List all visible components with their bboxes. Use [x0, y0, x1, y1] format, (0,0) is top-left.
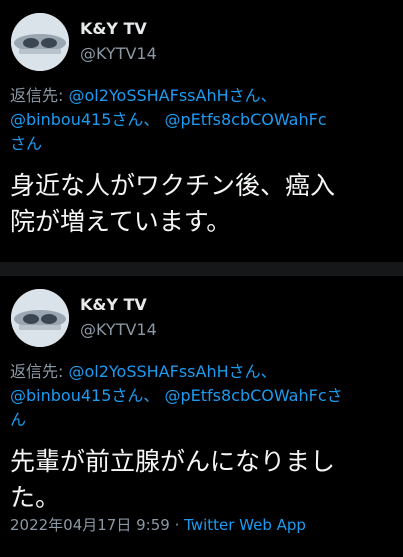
- mention-suffix[interactable]: ん: [10, 410, 26, 429]
- display-name[interactable]: K&Y TV: [80, 19, 147, 38]
- mention-link[interactable]: @ol2YoSSHAFssAhHさん、: [68, 362, 276, 381]
- avatar[interactable]: [11, 13, 69, 71]
- avatar[interactable]: [11, 289, 69, 347]
- reply-prefix: 返信先:: [10, 362, 69, 381]
- tweet-divider: [0, 262, 403, 276]
- tweet-meta: 2022年04月17日 9:59 · Twitter Web App: [10, 514, 306, 535]
- tweet-text-line: 身近な人がワクチン後、癌入: [10, 171, 336, 200]
- source-app-link[interactable]: Twitter Web App: [184, 516, 306, 534]
- tweet-text-line: た。: [10, 483, 61, 512]
- meta-separator: ·: [169, 516, 185, 534]
- tweet-timestamp[interactable]: 2022年04月17日 9:59: [10, 516, 170, 534]
- tweet-text-line: 先輩が前立腺がんになりまし: [10, 447, 336, 476]
- user-handle[interactable]: @KYTV14: [80, 320, 157, 339]
- avatar-image: [11, 289, 69, 347]
- reply-to: 返信先: @ol2YoSSHAFssAhHさん、 @binbou415さん、 @…: [10, 360, 400, 432]
- tweet-text: 身近な人がワクチン後、癌入 院が増えています。: [10, 168, 400, 240]
- mention-suffix[interactable]: さん: [10, 134, 42, 153]
- mention-link[interactable]: @pEtfs8cbCOWahFc: [164, 110, 326, 129]
- tweet-1[interactable]: K&Y TV @KYTV14 返信先: @ol2YoSSHAFssAhHさん、 …: [0, 0, 403, 262]
- display-name[interactable]: K&Y TV: [80, 295, 147, 314]
- tweet-text-line: 院が増えています。: [10, 207, 232, 236]
- reply-to: 返信先: @ol2YoSSHAFssAhHさん、 @binbou415さん、 @…: [10, 84, 400, 156]
- avatar-image: [11, 13, 69, 71]
- tweet-2[interactable]: K&Y TV @KYTV14 返信先: @ol2YoSSHAFssAhHさん、 …: [0, 276, 403, 557]
- tweet-text: 先輩が前立腺がんになりまし た。: [10, 444, 400, 516]
- reply-prefix: 返信先:: [10, 86, 69, 105]
- mention-link[interactable]: @pEtfs8cbCOWahFcさ: [164, 386, 342, 405]
- mention-link[interactable]: @binbou415さん、: [10, 110, 159, 129]
- user-handle[interactable]: @KYTV14: [80, 44, 157, 63]
- mention-link[interactable]: @ol2YoSSHAFssAhHさん、: [68, 86, 276, 105]
- mention-link[interactable]: @binbou415さん、: [10, 386, 159, 405]
